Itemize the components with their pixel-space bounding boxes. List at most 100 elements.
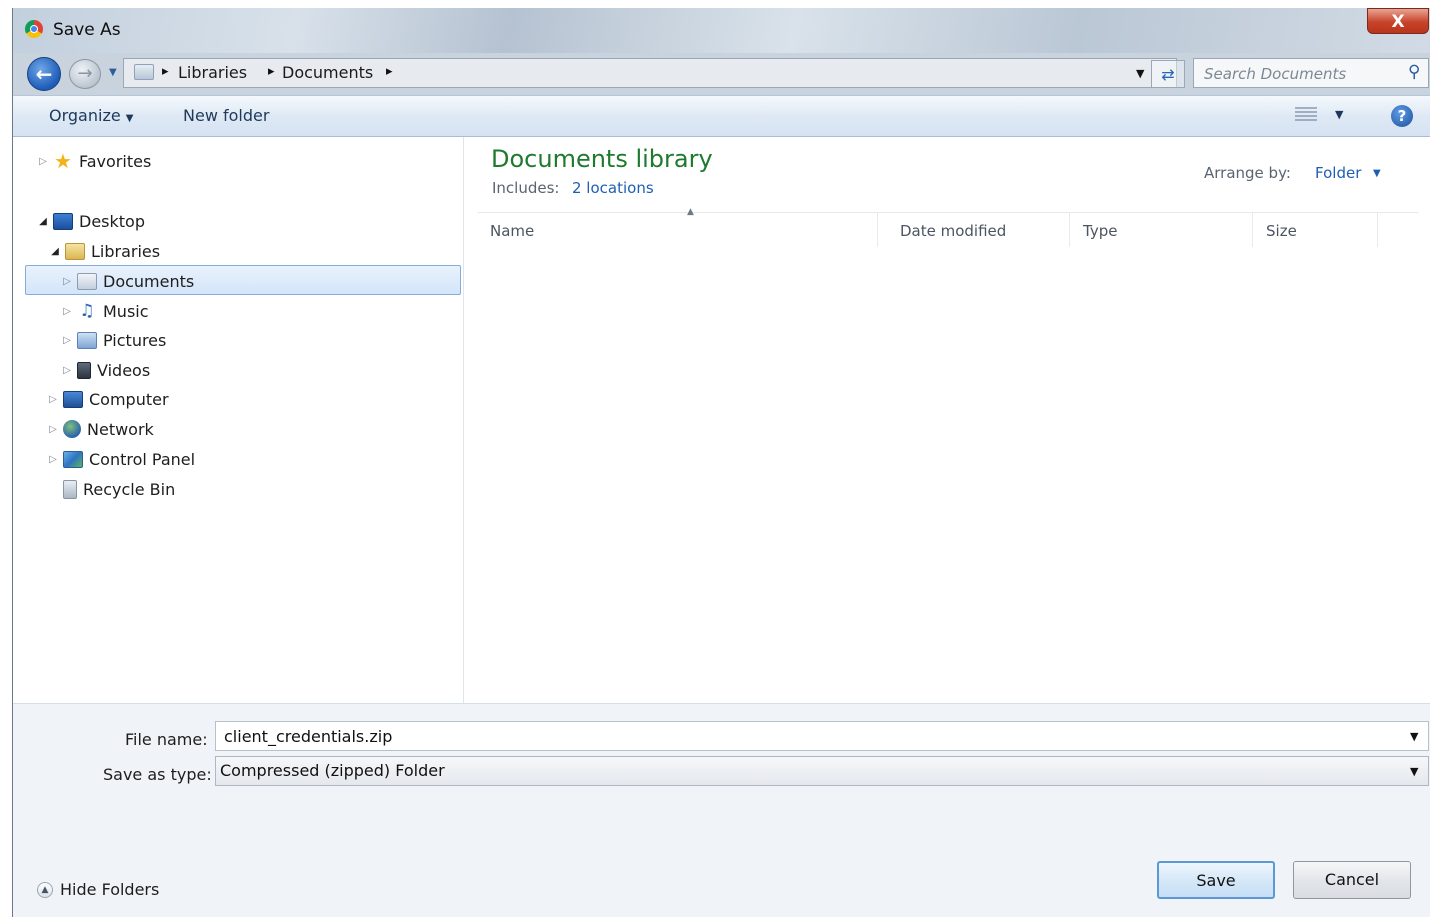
expand-icon[interactable]: ▷ (47, 394, 59, 405)
control-panel-icon (63, 450, 83, 468)
expand-icon[interactable]: ▷ (61, 365, 73, 376)
hide-folders-label: Hide Folders (60, 880, 160, 899)
address-history-dropdown[interactable]: ▼ (1136, 67, 1144, 80)
chevron-right-icon[interactable]: ▸ (268, 64, 275, 79)
libraries-folder-icon (65, 242, 85, 260)
tree-item-videos[interactable]: ▷ Videos (61, 356, 150, 384)
file-name-input[interactable] (215, 721, 1429, 751)
computer-icon (63, 390, 83, 408)
organize-button[interactable]: Organize ▼ (49, 106, 133, 125)
forward-arrow-icon: → (77, 63, 93, 84)
expand-icon[interactable]: ▷ (61, 335, 73, 346)
recycle-bin-icon (63, 479, 77, 499)
tree-item-desktop[interactable]: ◢ Desktop (37, 207, 145, 235)
refresh-button[interactable]: ⇄ (1151, 60, 1185, 88)
tree-label: Computer (89, 389, 169, 409)
refresh-icon: ⇄ (1161, 65, 1175, 84)
window-title: Save As (53, 20, 121, 40)
tree-label: Libraries (91, 241, 161, 261)
organize-label: Organize (49, 106, 121, 125)
includes-locations-link[interactable]: 2 locations (572, 179, 654, 197)
tree-label: Desktop (79, 211, 145, 231)
breadcrumb-libraries[interactable]: Libraries (178, 63, 247, 82)
expand-icon[interactable]: ▷ (61, 276, 73, 287)
tree-label: Recycle Bin (83, 479, 176, 499)
breadcrumb-documents[interactable]: Documents (282, 63, 373, 82)
new-folder-button[interactable]: New folder (183, 106, 269, 125)
videos-icon (77, 361, 91, 379)
pictures-icon (77, 331, 97, 349)
star-icon: ★ (54, 149, 72, 173)
navigation-pane: ▷ ★ Favorites ◢ Desktop ◢ Libraries ▷ Do… (13, 137, 464, 703)
hide-folders-button[interactable]: ▲ Hide Folders (37, 880, 159, 899)
title-bar: Save As X (13, 8, 1430, 53)
network-globe-icon (63, 420, 81, 438)
tree-item-control-panel[interactable]: ▷ Control Panel (47, 445, 195, 473)
library-folder-icon (134, 64, 154, 80)
save-as-type-dropdown[interactable]: ▼ (1410, 765, 1418, 778)
arrange-by-dropdown[interactable]: Folder (1315, 164, 1361, 182)
tree-item-recycle-bin[interactable]: Recycle Bin (47, 475, 175, 503)
expand-icon[interactable]: ▷ (47, 424, 59, 435)
chevron-right-icon[interactable]: ▸ (386, 64, 393, 79)
save-as-dialog: Save As X ← → ▼ ▸ Libraries ▸ Documents … (12, 8, 1430, 917)
views-icon[interactable] (1295, 107, 1317, 123)
save-as-type-select[interactable]: Compressed (zipped) Folder (215, 756, 1429, 786)
tree-label: Network (87, 419, 154, 439)
chevron-right-icon[interactable]: ▸ (162, 64, 169, 79)
navigation-row: ← → ▼ ▸ Libraries ▸ Documents ▸ ▼ ⇄ ⚲ (13, 53, 1430, 95)
back-arrow-icon: ← (35, 62, 53, 86)
expand-icon[interactable]: ▷ (37, 156, 49, 167)
tree-item-computer[interactable]: ▷ Computer (47, 385, 169, 413)
views-dropdown[interactable]: ▼ (1335, 108, 1343, 121)
search-input[interactable] (1194, 59, 1416, 89)
column-header-name[interactable]: Name (478, 213, 878, 247)
help-icon[interactable]: ? (1391, 105, 1413, 127)
column-headers: ▲ Name Date modified Type Size (478, 207, 1418, 247)
includes-label: Includes: (492, 179, 560, 197)
file-name-label: File name: (125, 730, 208, 749)
file-name-dropdown[interactable]: ▼ (1410, 730, 1418, 743)
chevron-down-icon[interactable]: ▼ (1373, 168, 1381, 179)
forward-button[interactable]: → (69, 59, 101, 89)
recent-pages-dropdown[interactable]: ▼ (109, 67, 117, 78)
arrange-by-label: Arrange by: (1204, 164, 1291, 182)
file-list-pane[interactable]: Documents library Includes: 2 locations … (464, 137, 1430, 703)
address-bar[interactable]: ▸ Libraries ▸ Documents ▸ ▼ (123, 58, 1177, 88)
tree-item-network[interactable]: ▷ Network (47, 415, 154, 443)
tree-item-libraries[interactable]: ◢ Libraries (49, 237, 160, 265)
save-options-pane: File name: ▼ Save as type: Compressed (z… (13, 703, 1430, 917)
tree-label: Pictures (103, 330, 167, 350)
tree-label: Control Panel (89, 449, 196, 469)
documents-icon (77, 272, 97, 290)
desktop-icon (53, 212, 73, 230)
search-box[interactable]: ⚲ (1193, 58, 1429, 89)
library-title: Documents library (491, 145, 713, 173)
collapse-icon[interactable]: ◢ (37, 216, 49, 227)
cancel-button[interactable]: Cancel (1293, 861, 1411, 899)
expand-icon[interactable]: ▷ (47, 454, 59, 465)
close-button[interactable]: X (1367, 8, 1429, 34)
collapse-icon[interactable]: ◢ (49, 246, 61, 257)
column-header-type[interactable]: Type (1071, 213, 1253, 247)
tree-label: Favorites (79, 151, 152, 171)
chevron-up-icon: ▲ (37, 881, 53, 898)
tree-item-favorites[interactable]: ▷ ★ Favorites (37, 147, 151, 175)
tree-label: Music (103, 301, 149, 321)
column-header-size[interactable]: Size (1254, 213, 1378, 247)
music-icon: ♫ (79, 300, 95, 321)
chevron-down-icon: ▼ (125, 113, 134, 124)
command-bar: Organize ▼ New folder ▼ ? (13, 95, 1430, 137)
back-button[interactable]: ← (27, 57, 61, 91)
tree-label: Videos (97, 360, 151, 380)
tree-label: Documents (103, 271, 195, 291)
search-icon[interactable]: ⚲ (1408, 62, 1420, 82)
tree-item-documents[interactable]: ▷ Documents (61, 267, 194, 295)
tree-item-pictures[interactable]: ▷ Pictures (61, 326, 166, 354)
column-header-date-modified[interactable]: Date modified (888, 213, 1070, 247)
chrome-icon (25, 20, 43, 38)
save-as-type-label: Save as type: (103, 765, 212, 784)
expand-icon[interactable]: ▷ (61, 306, 73, 317)
save-button[interactable]: Save (1157, 861, 1275, 899)
tree-item-music[interactable]: ▷ ♫ Music (61, 297, 149, 325)
